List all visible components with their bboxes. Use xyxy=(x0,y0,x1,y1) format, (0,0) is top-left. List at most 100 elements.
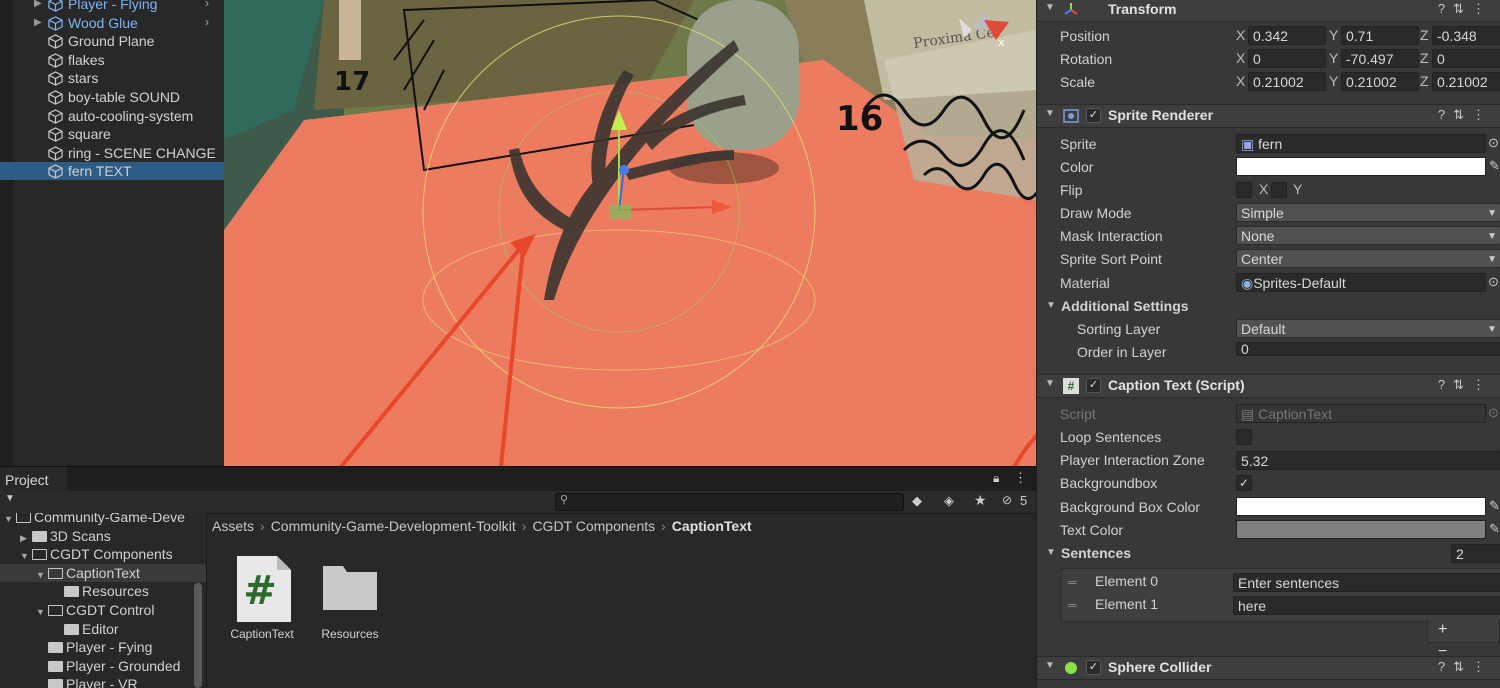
project-tree-item[interactable]: ▼ CGDT Control xyxy=(0,601,206,619)
favorites-star-icon[interactable]: ★ xyxy=(974,492,987,509)
transform-header[interactable]: ▼ Transform ?⇅⋮ xyxy=(1037,0,1500,22)
rotation-x-field[interactable]: 0 xyxy=(1248,49,1326,68)
list-item[interactable]: ═ Element 0 Enter sentences xyxy=(1062,571,1500,594)
hierarchy-item[interactable]: ring - SCENE CHANGE xyxy=(0,144,224,162)
hierarchy-item[interactable]: stars xyxy=(0,69,224,87)
asset-captiontext-script[interactable]: # CaptionText xyxy=(227,556,297,641)
tree-scrollbar[interactable] xyxy=(194,583,202,688)
hierarchy-item[interactable]: ▶ Wood Glue › xyxy=(0,14,224,32)
rotation-y-axis-label[interactable]: Y xyxy=(1329,49,1338,68)
sorting-layer-dropdown[interactable]: Default ▼ xyxy=(1236,319,1500,338)
background-box-color-swatch[interactable] xyxy=(1236,497,1486,516)
element-value-field[interactable]: here xyxy=(1233,596,1500,615)
sentences-label[interactable]: Sentences xyxy=(1061,543,1131,563)
component-header-icons[interactable]: ?⇅⋮ xyxy=(1438,1,1493,17)
breadcrumb-item[interactable]: CaptionText xyxy=(672,518,752,534)
color-swatch[interactable] xyxy=(1236,157,1486,176)
component-enabled-checkbox[interactable]: ✓ xyxy=(1086,378,1101,393)
scene-canvas[interactable]: 17 16 Proxima Ce x xyxy=(224,0,1036,466)
hierarchy-item[interactable]: ▶ Player - Flying › xyxy=(0,0,224,13)
position-z-axis-label[interactable]: Z xyxy=(1420,26,1429,45)
project-tree-item[interactable]: ▼ CGDT Components xyxy=(0,545,206,563)
list-add-remove-buttons[interactable]: + − xyxy=(1427,619,1500,660)
sphere-collider-header[interactable]: ▼ ✓ Sphere Collider ?⇅⋮ xyxy=(1037,656,1500,680)
component-enabled-checkbox[interactable]: ✓ xyxy=(1086,660,1101,675)
sort-point-dropdown[interactable]: Center ▼ xyxy=(1236,249,1500,268)
sprite-field[interactable]: ▣ fern xyxy=(1236,134,1486,153)
scale-y-field[interactable]: 0.21002 xyxy=(1341,72,1419,91)
filter-by-label-icon[interactable]: ◈ xyxy=(944,493,954,509)
search-input[interactable]: ⚲ xyxy=(555,493,904,511)
project-tree-item[interactable]: ▼ Community-Game-Deve xyxy=(0,513,206,526)
position-x-axis-label[interactable]: X xyxy=(1236,26,1245,45)
fold-arrow-icon[interactable]: ▼ xyxy=(1046,300,1056,311)
fold-arrow-icon[interactable]: ▼ xyxy=(1045,2,1055,13)
expand-arrow-icon[interactable]: ▶ xyxy=(20,529,32,547)
lock-icon[interactable]: 🔒︎ xyxy=(993,471,999,486)
hierarchy-item[interactable]: fern TEXT xyxy=(0,162,224,181)
fold-arrow-icon[interactable]: ▼ xyxy=(1045,660,1055,671)
hidden-packages-icon[interactable]: ⊘ xyxy=(1002,493,1012,507)
breadcrumb-item[interactable]: Assets xyxy=(212,518,254,534)
player-interaction-zone-field[interactable]: 5.32 xyxy=(1236,451,1500,470)
caption-text-header[interactable]: ▼ # ✓ Caption Text (Script) ?⇅⋮ xyxy=(1037,374,1500,398)
rotation-x-axis-label[interactable]: X xyxy=(1236,49,1245,68)
flip-x-checkbox[interactable] xyxy=(1236,182,1252,198)
flip-y-checkbox[interactable] xyxy=(1271,182,1287,198)
sentences-count-field[interactable]: 2 xyxy=(1451,544,1500,563)
drag-handle-icon[interactable]: ═ xyxy=(1068,575,1077,589)
project-tree-item[interactable]: Player - Grounded xyxy=(0,657,206,675)
backgroundbox-checkbox[interactable]: ✓ xyxy=(1236,475,1252,491)
tab-project[interactable]: Project xyxy=(0,467,67,492)
project-tree-item[interactable]: Resources xyxy=(0,582,206,600)
drag-handle-icon[interactable]: ═ xyxy=(1068,598,1077,612)
position-y-field[interactable]: 0.71 xyxy=(1341,26,1419,45)
project-tree-item[interactable]: Editor xyxy=(0,620,206,638)
rotation-z-field[interactable]: 0 xyxy=(1432,49,1500,68)
sprite-renderer-header[interactable]: ▼ ✓ Sprite Renderer ?⇅⋮ xyxy=(1037,104,1500,128)
scale-x-axis-label[interactable]: X xyxy=(1236,72,1245,91)
mask-interaction-dropdown[interactable]: None ▼ xyxy=(1236,226,1500,245)
hierarchy-item[interactable]: boy-table SOUND xyxy=(0,88,224,106)
order-in-layer-field[interactable]: 0 xyxy=(1236,342,1500,356)
loop-sentences-checkbox[interactable] xyxy=(1236,429,1252,445)
expand-arrow-icon[interactable]: ▼ xyxy=(36,603,48,621)
component-header-icons[interactable]: ?⇅⋮ xyxy=(1438,107,1493,123)
eyedropper-icon[interactable]: ✎ xyxy=(1489,498,1500,514)
fold-arrow-icon[interactable]: ▼ xyxy=(1045,378,1055,389)
component-enabled-checkbox[interactable]: ✓ xyxy=(1086,108,1101,123)
expand-arrow-icon[interactable]: ▼ xyxy=(36,566,48,584)
project-tree-item[interactable]: Player - VR xyxy=(0,675,206,688)
draw-mode-dropdown[interactable]: Simple ▼ xyxy=(1236,203,1500,222)
project-tree-item[interactable]: Player - Fying xyxy=(0,638,206,656)
breadcrumb-item[interactable]: Community-Game-Development-Toolkit xyxy=(271,518,516,534)
breadcrumb-item[interactable]: CGDT Components xyxy=(532,518,655,534)
eyedropper-icon[interactable]: ✎ xyxy=(1489,521,1500,537)
scale-z-axis-label[interactable]: Z xyxy=(1420,72,1429,91)
eyedropper-icon[interactable]: ✎ xyxy=(1489,158,1500,174)
project-tree-item[interactable]: ▼ CaptionText xyxy=(0,563,206,584)
open-prefab-chevron-icon[interactable]: › xyxy=(205,0,209,12)
hierarchy-item[interactable]: Ground Plane xyxy=(0,32,224,50)
expand-arrow-icon[interactable]: ▶ xyxy=(34,0,42,13)
hierarchy-item[interactable]: square xyxy=(0,125,224,143)
scale-y-axis-label[interactable]: Y xyxy=(1329,72,1338,91)
material-field[interactable]: ◉Sprites-Default xyxy=(1236,273,1486,292)
position-y-axis-label[interactable]: Y xyxy=(1329,26,1338,45)
object-picker-icon[interactable]: ⊙ xyxy=(1488,135,1499,151)
position-x-field[interactable]: 0.342 xyxy=(1248,26,1326,45)
create-dropdown-icon[interactable]: ▼ xyxy=(5,493,15,504)
open-prefab-chevron-icon[interactable]: › xyxy=(205,13,209,31)
element-value-field[interactable]: Enter sentences xyxy=(1233,573,1500,592)
additional-settings-label[interactable]: Additional Settings xyxy=(1061,296,1189,316)
position-z-field[interactable]: -0.348 xyxy=(1432,26,1500,45)
fold-arrow-icon[interactable]: ▼ xyxy=(1045,108,1055,119)
filter-by-type-icon[interactable]: ◆ xyxy=(912,493,922,509)
rotation-y-field[interactable]: -70.497 xyxy=(1341,49,1419,68)
scale-z-field[interactable]: 0.21002 xyxy=(1432,72,1500,91)
kebab-menu-icon[interactable]: ⋮ xyxy=(1014,470,1027,486)
text-color-swatch[interactable] xyxy=(1236,520,1486,539)
hierarchy-item[interactable]: auto-cooling-system xyxy=(0,107,224,125)
expand-arrow-icon[interactable]: ▼ xyxy=(20,547,32,565)
scene-view[interactable]: 17 16 Proxima Ce x xyxy=(224,0,1036,466)
